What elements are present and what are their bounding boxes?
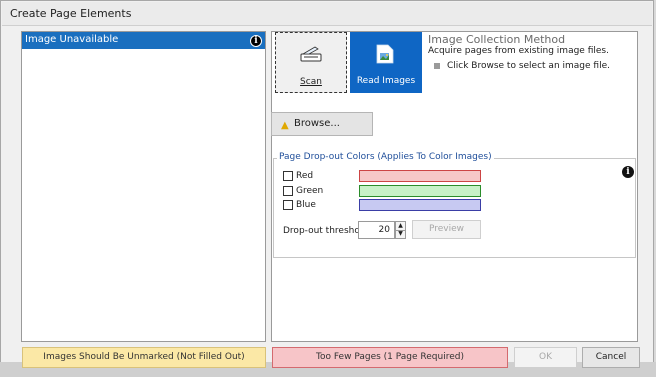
green-swatch — [359, 185, 481, 197]
method-hint: Click Browse to select an image file. — [447, 61, 610, 71]
red-label: Red — [296, 171, 314, 181]
status-warning: Images Should Be Unmarked (Not Filled Ou… — [22, 347, 266, 368]
read-images-button[interactable]: Read Images — [350, 32, 422, 93]
threshold-value: 20 — [378, 225, 390, 235]
blue-checkbox[interactable] — [283, 200, 293, 210]
scanner-icon — [300, 45, 322, 66]
scan-label: Scan — [300, 77, 322, 87]
browse-button[interactable]: ▲ Browse... — [271, 112, 373, 136]
red-checkbox[interactable] — [283, 171, 293, 181]
list-item-label: Image Unavailable — [25, 34, 119, 45]
page-element-list[interactable]: Image Unavailable i — [21, 31, 266, 342]
list-item-selected[interactable]: Image Unavailable i — [22, 32, 265, 49]
status-error: Too Few Pages (1 Page Required) — [272, 347, 508, 368]
method-description: Acquire pages from existing image files. — [428, 46, 609, 56]
title-bar: Create Page Elements — [2, 2, 652, 26]
bullet-icon — [434, 63, 440, 69]
window-title: Create Page Elements — [10, 7, 132, 20]
green-label: Green — [296, 186, 324, 196]
blue-label: Blue — [296, 200, 316, 210]
green-checkbox[interactable] — [283, 186, 293, 196]
scan-button[interactable]: Scan — [275, 32, 347, 93]
preview-button[interactable]: Preview — [412, 220, 481, 239]
image-file-icon — [374, 44, 396, 67]
browse-label: Browse... — [294, 118, 340, 129]
read-images-label: Read Images — [356, 76, 416, 86]
folder-icon: ▲ — [281, 120, 289, 131]
spin-down-icon[interactable]: ▼ — [396, 230, 405, 238]
cancel-button[interactable]: Cancel — [582, 347, 640, 368]
threshold-input[interactable]: 20 — [358, 221, 395, 239]
ok-button[interactable]: OK — [514, 347, 577, 368]
blue-swatch — [359, 199, 481, 211]
method-title: Image Collection Method — [428, 33, 566, 46]
red-swatch — [359, 170, 481, 182]
info-icon[interactable]: i — [250, 35, 262, 47]
dropout-group-title: Page Drop-out Colors (Applies To Color I… — [277, 152, 494, 162]
info-icon[interactable]: i — [622, 166, 634, 178]
threshold-spinner[interactable]: ▲ ▼ — [395, 221, 406, 239]
